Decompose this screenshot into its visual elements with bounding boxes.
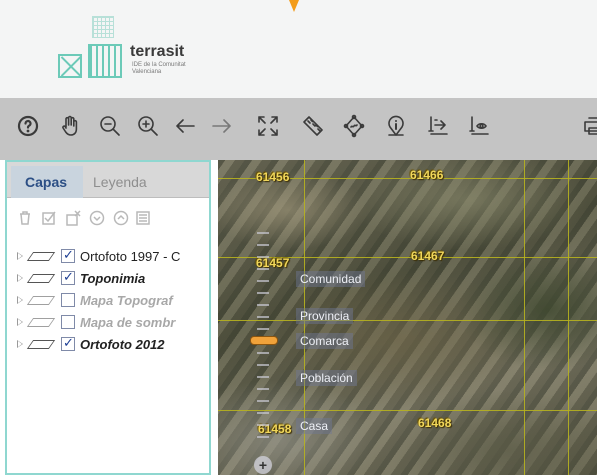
arrow-left-icon[interactable] <box>171 112 199 140</box>
trash-icon[interactable] <box>17 210 33 226</box>
terrasit-logo[interactable]: terrasit IDE de la Comunitat Valenciana <box>58 16 238 86</box>
layer-checkbox[interactable] <box>61 315 75 329</box>
zoom-slider[interactable]: + <box>250 228 278 475</box>
logo-bars-icon <box>88 44 122 78</box>
sheet-label: 61456 <box>256 170 290 184</box>
zoom-in-icon[interactable] <box>134 112 162 140</box>
layer-icon <box>26 318 56 327</box>
header: terrasit IDE de la Comunitat Valenciana <box>0 0 597 98</box>
zoom-tick[interactable] <box>257 352 269 354</box>
layer-checkbox[interactable] <box>61 270 75 285</box>
zoom-tick[interactable] <box>257 388 269 390</box>
expand-arrow-icon[interactable] <box>17 340 23 348</box>
zoom-in-button[interactable]: + <box>254 456 272 474</box>
grid-line <box>218 320 597 321</box>
layer-label: Toponimia <box>80 271 146 286</box>
grid-line <box>218 410 597 411</box>
zoom-tick[interactable] <box>257 292 269 294</box>
checkbox-icon[interactable] <box>41 210 57 226</box>
top-marker-icon <box>289 0 299 12</box>
sheet-label: 61468 <box>418 416 452 430</box>
sheet-label: 61467 <box>411 249 445 263</box>
zoom-level-comunidad[interactable]: Comunidad <box>296 271 366 287</box>
logo-title: terrasit <box>130 43 185 60</box>
layer-checkbox[interactable] <box>61 248 75 263</box>
print-icon[interactable] <box>580 112 597 140</box>
zoom-tick[interactable] <box>257 412 269 414</box>
zoom-out-icon[interactable] <box>96 112 124 140</box>
full-extent-icon[interactable] <box>254 112 282 140</box>
zoom-level-poblacion[interactable]: Población <box>296 370 357 386</box>
ruler-icon[interactable] <box>299 112 327 140</box>
zoom-tick[interactable] <box>257 400 269 402</box>
logo-subtitle: IDE de la Comunitat Valenciana <box>132 62 186 75</box>
zoom-handle[interactable] <box>250 336 278 345</box>
layer-icon <box>26 340 56 349</box>
layer-tools <box>7 206 209 232</box>
layer-item[interactable]: Mapa Topograf <box>17 292 209 310</box>
zoom-level-comarca[interactable]: Comarca <box>296 333 353 349</box>
zoom-tick[interactable] <box>257 364 269 366</box>
zoom-tick[interactable] <box>257 304 269 306</box>
zoom-tick[interactable] <box>257 268 269 270</box>
area-measure-icon[interactable] <box>340 112 368 140</box>
layer-icon <box>26 296 56 305</box>
layer-label: Mapa de sombr <box>80 315 176 330</box>
tab-leyenda[interactable]: Leyenda <box>93 174 147 190</box>
info-pin-icon[interactable] <box>382 112 410 140</box>
expand-arrow-icon[interactable] <box>17 296 23 304</box>
properties-icon[interactable] <box>135 210 151 226</box>
zoom-tick[interactable] <box>257 376 269 378</box>
expand-arrow-icon[interactable] <box>17 318 23 326</box>
layer-label: Ortofoto 2012 <box>80 337 165 352</box>
layer-item[interactable]: Ortofoto 1997 - C <box>17 248 209 266</box>
tab-capas[interactable]: Capas <box>11 166 83 198</box>
layer-icon <box>26 274 56 283</box>
zoom-tick[interactable] <box>257 316 269 318</box>
expand-arrow-icon[interactable] <box>17 252 23 260</box>
logo-grid-icon <box>92 16 114 38</box>
map-canvas[interactable]: 61456 61466 61457 61467 61458 61468 + Co… <box>218 160 597 475</box>
grid-line <box>568 160 569 475</box>
remove-layer-icon[interactable] <box>65 210 81 226</box>
layer-item[interactable]: Toponimia <box>17 270 209 288</box>
layer-label: Ortofoto 1997 - C <box>80 249 181 264</box>
expand-arrow-icon[interactable] <box>17 274 23 282</box>
grid-line <box>524 160 525 475</box>
pan-hand-icon[interactable] <box>56 112 84 140</box>
zoom-level-provincia[interactable]: Provincia <box>296 308 354 324</box>
zoom-tick[interactable] <box>257 280 269 282</box>
zoom-tick[interactable] <box>257 328 269 330</box>
view-icon[interactable] <box>466 112 494 140</box>
zoom-tick[interactable] <box>257 244 269 246</box>
zoom-tick[interactable] <box>257 424 269 426</box>
zoom-level-casa[interactable]: Casa <box>296 418 333 434</box>
layer-label: Mapa Topograf <box>80 293 173 308</box>
help-icon[interactable] <box>14 112 42 140</box>
move-down-icon[interactable] <box>89 210 105 226</box>
layers-panel: Capas Leyenda Ortofoto 1997 - C <box>5 160 211 475</box>
layer-checkbox[interactable] <box>61 293 75 307</box>
layer-icon <box>26 252 56 261</box>
panel-tabs: Capas Leyenda <box>7 162 209 198</box>
zoom-tick[interactable] <box>257 436 269 438</box>
export-icon[interactable] <box>425 112 453 140</box>
sheet-label: 61466 <box>410 168 444 182</box>
layer-item[interactable]: Ortofoto 2012 <box>17 336 209 354</box>
arrow-right-icon[interactable] <box>208 112 236 140</box>
logo-crossed-box-icon <box>58 54 82 78</box>
move-up-icon[interactable] <box>113 210 129 226</box>
zoom-tick[interactable] <box>257 232 269 234</box>
layer-checkbox[interactable] <box>61 336 75 351</box>
zoom-tick[interactable] <box>257 256 269 258</box>
layer-item[interactable]: Mapa de sombr <box>17 314 209 332</box>
